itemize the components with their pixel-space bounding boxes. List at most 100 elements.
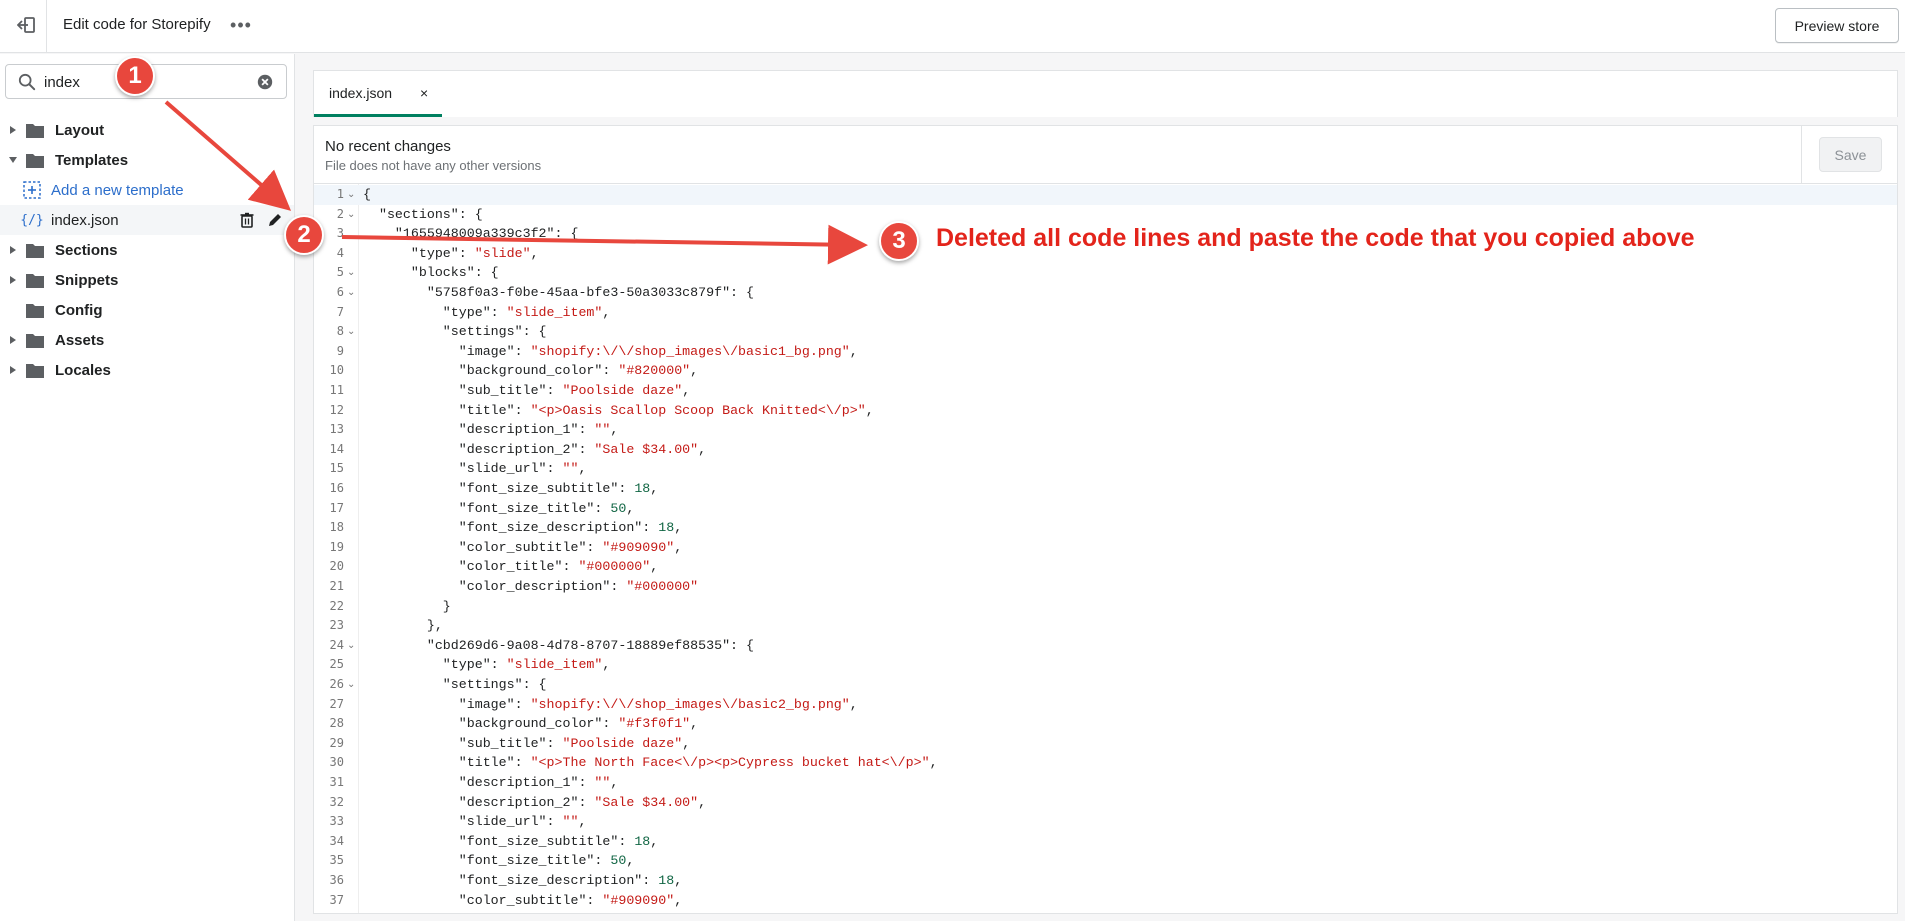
- code-line-text: "title": "<p>Oasis Scallop Scoop Back Kn…: [363, 402, 874, 418]
- code-line-text: "color_subtitle": "#909090",: [363, 892, 683, 908]
- code-line[interactable]: 26 ⌄ "settings": {: [314, 675, 1897, 695]
- folder-label: Locales: [55, 361, 111, 379]
- code-line[interactable]: 29 "sub_title": "Poolside daze",: [314, 734, 1897, 754]
- code-line[interactable]: 8 ⌄ "settings": {: [314, 322, 1897, 342]
- code-line-text: "type": "slide",: [363, 245, 539, 261]
- code-line-text: "settings": {: [363, 677, 547, 692]
- code-line-text: "sub_title": "Poolside daze",: [363, 735, 691, 751]
- close-tab-icon[interactable]: ×: [420, 85, 428, 101]
- folder-sections[interactable]: Sections: [0, 235, 294, 265]
- code-line[interactable]: 2 ⌄ "sections": {: [314, 205, 1897, 225]
- code-line[interactable]: 17 "font_size_title": 50,: [314, 499, 1897, 519]
- search-icon: [18, 73, 36, 91]
- line-number: 20: [329, 559, 344, 574]
- folder-assets[interactable]: Assets: [0, 325, 294, 355]
- fold-toggle-icon[interactable]: ⌄: [347, 636, 355, 656]
- code-line[interactable]: 11 "sub_title": "Poolside daze",: [314, 381, 1897, 401]
- pencil-icon: [269, 214, 281, 226]
- preview-store-button[interactable]: Preview store: [1775, 8, 1899, 43]
- code-line[interactable]: 18 "font_size_description": 18,: [314, 518, 1897, 538]
- code-line-text: "image": "shopify:\/\/shop_images\/basic…: [363, 696, 858, 712]
- fold-toggle-icon[interactable]: ⌄: [347, 263, 355, 283]
- file-index-json[interactable]: {/} index.json: [0, 205, 294, 235]
- line-number: 17: [329, 500, 344, 515]
- folder-label: Templates: [55, 151, 129, 169]
- code-line[interactable]: 15 "slide_url": "",: [314, 459, 1897, 479]
- folder-locales[interactable]: Locales: [0, 355, 294, 385]
- folder-templates[interactable]: Templates: [0, 145, 294, 175]
- code-line[interactable]: 36 "font_size_description": 18,: [314, 871, 1897, 891]
- code-line[interactable]: 28 "background_color": "#f3f0f1",: [314, 714, 1897, 734]
- folder-icon: [26, 123, 44, 138]
- code-line[interactable]: 22 }: [314, 597, 1897, 617]
- line-number: 26: [329, 677, 344, 691]
- code-line[interactable]: 14 "description_2": "Sale $34.00",: [314, 440, 1897, 460]
- exit-button[interactable]: [8, 8, 44, 42]
- fold-toggle-icon[interactable]: ⌄: [347, 675, 355, 695]
- folder-icon: [26, 363, 44, 378]
- code-line[interactable]: 35 "font_size_title": 50,: [314, 851, 1897, 871]
- line-number: 13: [329, 422, 344, 437]
- code-line[interactable]: 32 "description_2": "Sale $34.00",: [314, 793, 1897, 813]
- code-line-text: "sub_title": "Poolside daze",: [363, 383, 691, 398]
- fold-toggle-icon[interactable]: ⌄: [347, 205, 355, 225]
- code-line-text: "blocks": {: [363, 265, 499, 281]
- line-number: 18: [329, 520, 344, 535]
- fold-toggle-icon[interactable]: ⌄: [347, 283, 355, 303]
- code-line-text: "color_subtitle": "#909090",: [363, 539, 683, 555]
- folder-label: Sections: [55, 241, 118, 259]
- tab-index-json[interactable]: index.json ×: [314, 71, 442, 117]
- code-line[interactable]: 12 "title": "<p>Oasis Scallop Scoop Back…: [314, 401, 1897, 421]
- line-number: 24: [329, 637, 344, 652]
- code-line[interactable]: 16 "font_size_subtitle": 18,: [314, 479, 1897, 499]
- fold-toggle-icon[interactable]: ⌄: [347, 322, 355, 342]
- caret-right-icon: [1, 335, 25, 345]
- line-number: 25: [329, 657, 344, 672]
- code-line[interactable]: 25 "type": "slide_item",: [314, 655, 1897, 675]
- code-line[interactable]: 13 "description_1": "",: [314, 420, 1897, 440]
- folder-label: Layout: [55, 121, 105, 139]
- code-line[interactable]: 19 "color_subtitle": "#909090",: [314, 538, 1897, 558]
- delete-file-button[interactable]: [238, 210, 256, 230]
- code-line[interactable]: 10 "background_color": "#820000",: [314, 361, 1897, 381]
- code-line[interactable]: 5 ⌄ "blocks": {: [314, 263, 1897, 283]
- code-line-text: "slide_url": "",: [363, 461, 587, 477]
- line-number: 22: [329, 598, 344, 613]
- code-line[interactable]: 30 "title": "<p>The North Face<\/p><p>Cy…: [314, 753, 1897, 773]
- clear-search-icon[interactable]: [256, 73, 274, 91]
- code-line[interactable]: 9 "image": "shopify:\/\/shop_images\/bas…: [314, 342, 1897, 362]
- caret-right-icon: [1, 125, 25, 135]
- code-line-text: "sections": {: [363, 206, 483, 222]
- code-line-text: "font_size_title": 50,: [363, 500, 635, 516]
- rename-file-button[interactable]: [266, 210, 284, 230]
- line-number: 32: [329, 794, 344, 809]
- folder-layout[interactable]: Layout: [0, 115, 294, 145]
- code-line[interactable]: 24 ⌄ "cbd269d6-9a08-4d78-8707-18889ef8853…: [314, 636, 1897, 656]
- folder-snippets[interactable]: Snippets: [0, 265, 294, 295]
- save-button[interactable]: Save: [1819, 137, 1882, 172]
- fold-toggle-icon[interactable]: ⌄: [347, 185, 355, 205]
- folder-config[interactable]: Config: [0, 295, 294, 325]
- code-line[interactable]: 31 "description_1": "",: [314, 773, 1897, 793]
- line-number: 35: [329, 853, 344, 868]
- code-editor[interactable]: 1 ⌄{2 ⌄ "sections": {3 "1655948009a339c3f2…: [313, 184, 1898, 914]
- editor-tab-bar: index.json ×: [313, 70, 1898, 117]
- code-line[interactable]: 37 "color_subtitle": "#909090",: [314, 891, 1897, 911]
- code-line[interactable]: 23 },: [314, 616, 1897, 636]
- code-line[interactable]: 27 "image": "shopify:\/\/shop_images\/ba…: [314, 695, 1897, 715]
- caret-right-icon: [1, 245, 25, 255]
- code-line[interactable]: 1 ⌄ {: [314, 185, 1897, 205]
- code-line[interactable]: 33 "slide_url": "",: [314, 812, 1897, 832]
- file-info-bar: No recent changes File does not have any…: [313, 125, 1898, 184]
- code-line[interactable]: 20 "color_title": "#000000",: [314, 557, 1897, 577]
- code-line[interactable]: 6 ⌄ "5758f0a3-f0be-45aa-bfe3-50a3033c879f…: [314, 283, 1897, 303]
- code-line-text: "image": "shopify:\/\/shop_images\/basic…: [363, 343, 858, 359]
- code-line[interactable]: 21 "color_description": "#000000": [314, 577, 1897, 597]
- code-line[interactable]: 7 "type": "slide_item",: [314, 303, 1897, 323]
- add-template-link[interactable]: Add a new template: [0, 175, 294, 205]
- code-line-text: },: [363, 618, 443, 634]
- code-line-text: "type": "slide_item",: [363, 657, 611, 673]
- top-bar: Edit code for Storepify ••• Preview stor…: [0, 0, 1905, 53]
- more-actions-button[interactable]: •••: [226, 12, 256, 38]
- code-line[interactable]: 34 "font_size_subtitle": 18,: [314, 832, 1897, 852]
